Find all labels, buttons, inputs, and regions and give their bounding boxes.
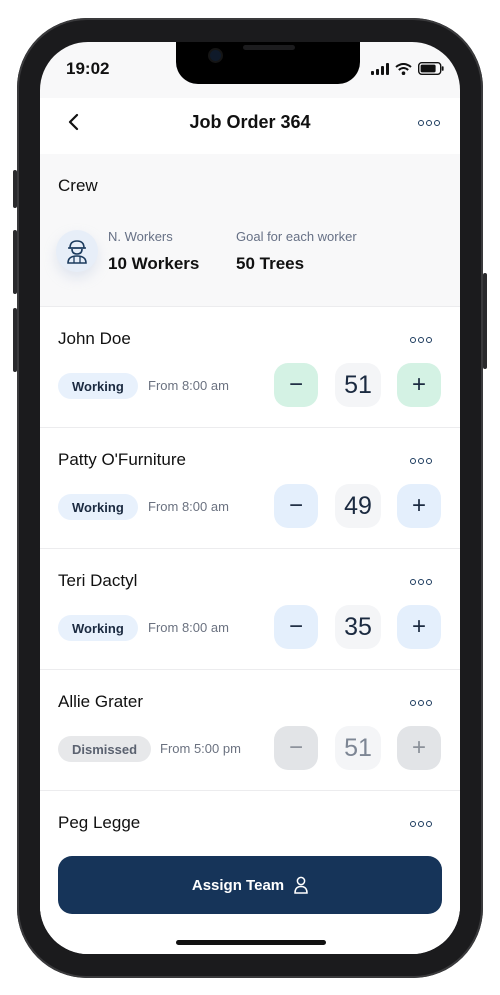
- speaker: [243, 45, 295, 50]
- tree-count: 35: [335, 605, 381, 649]
- start-time: From 8:00 am: [148, 378, 229, 393]
- worker-row: Teri Dactyl Working From 8:00 am − 35 +: [40, 548, 460, 669]
- plus-icon: +: [411, 613, 426, 640]
- goal-label: Goal for each worker: [236, 229, 357, 244]
- tree-count: 51: [335, 363, 381, 407]
- worker-icon: [67, 240, 87, 264]
- footer: Assign Team: [40, 836, 460, 954]
- assign-team-label: Assign Team: [191, 876, 285, 894]
- plus-icon: +: [411, 371, 426, 398]
- worker-row: John Doe Working From 8:00 am − 51 +: [40, 306, 460, 427]
- more-dots-icon[interactable]: [410, 337, 432, 343]
- goal-value: 50 Trees: [236, 254, 305, 273]
- status-time: 19:02: [66, 59, 110, 78]
- minus-icon: −: [288, 734, 303, 761]
- wifi-icon: [395, 62, 412, 75]
- tree-count: 49: [335, 484, 381, 528]
- plus-icon: +: [411, 492, 426, 519]
- signal-icon: [371, 62, 389, 75]
- battery-icon: [418, 62, 444, 75]
- worker-name: Allie Grater: [58, 692, 144, 711]
- more-dots-icon[interactable]: [418, 120, 440, 126]
- front-camera: [210, 50, 221, 61]
- crew-summary: Crew N. Workers 10 Workers Goal for each…: [40, 154, 460, 306]
- status-badge: Working: [58, 373, 138, 399]
- notch: [176, 42, 360, 84]
- decrement-button[interactable]: −: [274, 363, 318, 407]
- person-icon: [294, 876, 308, 894]
- more-dots-icon[interactable]: [410, 458, 432, 464]
- crew-title: Crew: [58, 176, 98, 195]
- start-time: From 8:00 am: [148, 499, 229, 514]
- workers-label: N. Workers: [108, 229, 173, 244]
- plus-icon: +: [411, 734, 426, 761]
- worker-name: Teri Dactyl: [58, 571, 138, 590]
- power-button: [483, 273, 487, 369]
- volume-down-button: [13, 308, 17, 372]
- increment-button[interactable]: +: [397, 605, 441, 649]
- increment-button[interactable]: +: [397, 726, 441, 770]
- mute-switch: [13, 170, 17, 208]
- start-time: From 5:00 pm: [160, 741, 241, 756]
- worker-avatar: [56, 230, 98, 272]
- more-dots-icon[interactable]: [410, 700, 432, 706]
- worker-row: Patty O'Furniture Working From 8:00 am −…: [40, 427, 460, 548]
- tree-count: 51: [335, 726, 381, 770]
- assign-team-button[interactable]: Assign Team: [58, 856, 442, 914]
- status-badge: Dismissed: [58, 736, 152, 762]
- increment-button[interactable]: +: [397, 363, 441, 407]
- minus-icon: −: [288, 371, 303, 398]
- screen: 19:02 Job Order 364 Crew N. Workers 10 W…: [40, 42, 460, 954]
- increment-button[interactable]: +: [397, 484, 441, 528]
- status-badge: Working: [58, 615, 138, 641]
- worker-name: John Doe: [58, 329, 131, 348]
- minus-icon: −: [288, 613, 303, 640]
- status-badge: Working: [58, 494, 138, 520]
- workers-value: 10 Workers: [108, 254, 200, 273]
- top-bar: Job Order 364: [40, 98, 460, 154]
- worker-name: Peg Legge: [58, 813, 141, 832]
- worker-name: Patty O'Furniture: [58, 450, 186, 469]
- decrement-button[interactable]: −: [274, 484, 318, 528]
- start-time: From 8:00 am: [148, 620, 229, 635]
- decrement-button[interactable]: −: [274, 726, 318, 770]
- home-indicator: [176, 940, 326, 945]
- worker-row: Allie Grater Dismissed From 5:00 pm − 51…: [40, 669, 460, 790]
- more-dots-icon[interactable]: [410, 579, 432, 585]
- minus-icon: −: [288, 492, 303, 519]
- volume-up-button: [13, 230, 17, 294]
- page-title: Job Order 364: [189, 112, 311, 132]
- decrement-button[interactable]: −: [274, 605, 318, 649]
- status-icons: [371, 62, 444, 75]
- more-dots-icon[interactable]: [410, 821, 432, 827]
